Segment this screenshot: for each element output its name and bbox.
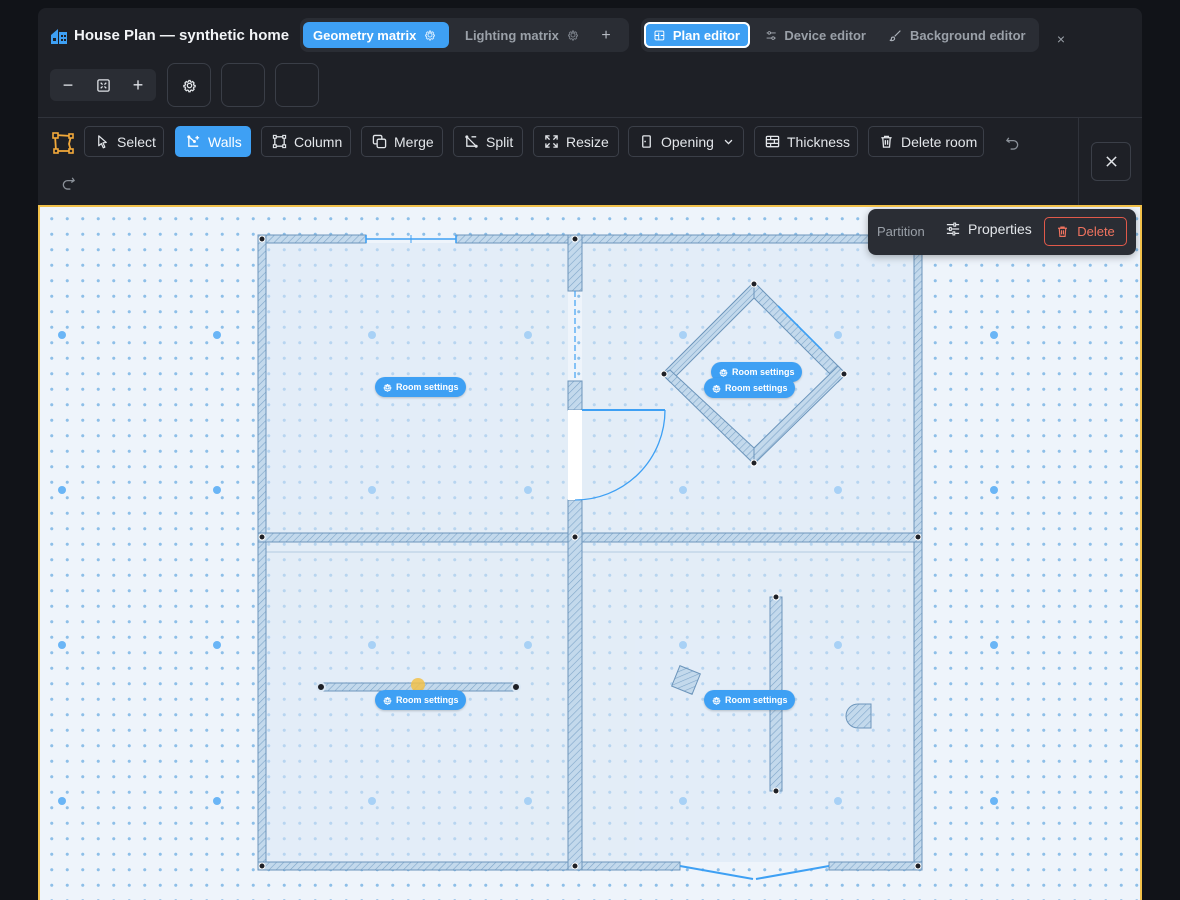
close-toolbar-button[interactable] [1091, 142, 1131, 181]
redo-icon [62, 176, 75, 190]
house-logo-icon [51, 29, 67, 44]
thickness-tool-button[interactable]: Thickness [754, 126, 858, 157]
floor-plan-drawing[interactable] [38, 205, 1142, 900]
mode-plan-editor[interactable]: Plan editor [644, 22, 750, 48]
double-door[interactable] [679, 865, 830, 880]
tool-label: Thickness [787, 133, 851, 150]
room-settings-button[interactable]: Room settings [704, 690, 795, 710]
room-settings-button[interactable]: Room settings [704, 378, 795, 398]
mode-label: Device editor [784, 27, 866, 43]
merge-tool-button[interactable]: Merge [361, 126, 443, 157]
app-title: House Plan — synthetic home [74, 27, 290, 44]
tool-label: Select [117, 133, 156, 150]
tab-geometry-matrix[interactable]: Geometry matrix [303, 22, 449, 48]
trash-icon [881, 135, 892, 148]
add-tab-plus-icon[interactable]: + [596, 26, 616, 46]
empty-slot-button[interactable] [275, 63, 319, 107]
opening-tool-dropdown[interactable]: Opening [628, 126, 744, 157]
undo-button[interactable] [1002, 132, 1022, 152]
gear-icon [712, 384, 721, 393]
column-icon [272, 134, 287, 149]
undo-icon [1005, 136, 1018, 150]
mode-background-editor[interactable]: Background editor [879, 22, 1037, 48]
close-icon [1105, 156, 1117, 167]
redo-button[interactable] [58, 172, 78, 192]
chevron-down-icon [724, 139, 733, 145]
floorplan-icon [654, 30, 665, 40]
door-icon [642, 135, 651, 148]
room-settings-label: Room settings [732, 367, 795, 377]
brush-icon [889, 29, 901, 41]
sliders-icon [766, 30, 776, 40]
room-settings-label: Room settings [396, 695, 459, 705]
polygon-tool-icon [52, 132, 74, 154]
mode-label: Plan editor [672, 27, 740, 43]
room-settings-label: Room settings [725, 695, 788, 705]
properties-label: Properties [968, 221, 1032, 237]
partition-popup: Partition Properties Delete [868, 209, 1136, 255]
tool-label: Opening [661, 133, 714, 150]
gear-icon[interactable] [424, 29, 436, 41]
tool-label: Resize [566, 133, 609, 150]
mode-label: Background editor [910, 27, 1026, 43]
mode-device-editor[interactable]: Device editor [756, 22, 876, 48]
tool-label: Split [486, 133, 514, 150]
zoom-out-button[interactable]: − [53, 72, 83, 98]
round-column[interactable] [845, 703, 872, 729]
window-close-icon[interactable]: × [1054, 32, 1068, 46]
toolbar-side [1078, 118, 1142, 206]
room-settings-button[interactable]: Room settings [375, 377, 466, 397]
view-settings-button[interactable] [167, 63, 211, 107]
cursor-icon [98, 135, 107, 149]
walls-tool-button[interactable]: Walls [175, 126, 251, 157]
fit-view-button[interactable] [88, 72, 118, 98]
tool-toolbar: Select Walls Column Merge Split Resize O… [38, 118, 1078, 206]
resize-tool-button[interactable]: Resize [533, 126, 619, 157]
brick-icon [765, 135, 780, 148]
fit-view-icon [96, 78, 110, 92]
tool-label: Column [294, 133, 343, 150]
column-tool-button[interactable]: Column [261, 126, 351, 157]
mode-tabs: Plan editor Device editor Background edi… [641, 18, 1039, 52]
select-tool-button[interactable]: Select [84, 126, 164, 157]
gear-icon [383, 383, 392, 392]
delete-partition-button[interactable]: Delete [1044, 217, 1127, 246]
gear-icon[interactable] [567, 29, 579, 41]
tab-label: Lighting matrix [465, 27, 559, 43]
tab-label: Geometry matrix [313, 27, 417, 43]
header-bar: House Plan — synthetic home Geometry mat… [38, 8, 1142, 64]
sliders-icon [946, 222, 960, 236]
walls-icon [187, 135, 200, 147]
resize-icon [545, 135, 558, 148]
matrix-tabs: Geometry matrix Lighting matrix + [300, 18, 629, 52]
gear-icon [712, 696, 721, 705]
delete-label: Delete [1077, 224, 1115, 239]
zoom-in-button[interactable]: + [123, 72, 153, 98]
tool-label: Merge [394, 133, 434, 150]
gear-icon [182, 79, 196, 92]
trash-icon [1058, 226, 1068, 237]
room-settings-button[interactable]: Room settings [375, 690, 466, 710]
tab-lighting-matrix[interactable]: Lighting matrix [455, 22, 591, 48]
merge-icon [372, 134, 387, 149]
split-tool-button[interactable]: Split [453, 126, 523, 157]
window-top[interactable] [365, 235, 457, 243]
tool-label: Walls [208, 133, 242, 150]
properties-button[interactable]: Properties [946, 221, 1032, 237]
view-controls: − + [38, 63, 1142, 118]
gear-icon [719, 368, 728, 377]
split-icon [465, 135, 478, 148]
tool-label: Delete room [901, 133, 978, 150]
room-settings-label: Room settings [725, 383, 788, 393]
empty-slot-button[interactable] [221, 63, 265, 107]
room-settings-label: Room settings [396, 382, 459, 392]
popup-title: Partition [877, 224, 925, 239]
gear-icon [383, 696, 392, 705]
zoom-controls: − + [50, 69, 156, 101]
plan-canvas[interactable]: Room settings Room settings Room setting… [38, 205, 1142, 900]
delete-room-button[interactable]: Delete room [868, 126, 984, 157]
